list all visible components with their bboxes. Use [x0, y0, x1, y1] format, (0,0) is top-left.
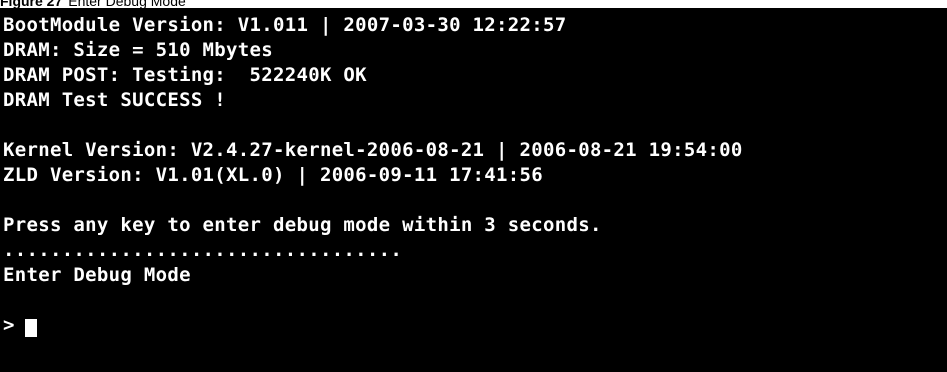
enter-debug-mode-line: Enter Debug Mode — [3, 264, 191, 286]
command-prompt-line[interactable]: > — [3, 313, 743, 338]
boot-module-version-line: BootModule Version: V1.011 | 2007-03-30 … — [3, 14, 567, 36]
prompt-symbol: > — [3, 314, 15, 336]
blank-line — [3, 288, 743, 313]
zld-version-line: ZLD Version: V1.01(XL.0) | 2006-09-11 17… — [3, 164, 543, 186]
figure-label: Figure 27 — [0, 0, 63, 8]
terminal-screen[interactable]: BootModule Version: V1.011 | 2007-03-30 … — [0, 8, 947, 372]
dram-test-line: DRAM Test SUCCESS ! — [3, 89, 227, 111]
blank-line — [3, 188, 743, 213]
figure-caption: Figure 27 Enter Debug Mode — [0, 0, 186, 8]
kernel-version-line: Kernel Version: V2.4.27-kernel-2006-08-2… — [3, 139, 743, 161]
press-key-line: Press any key to enter debug mode within… — [3, 214, 602, 236]
document-page: Figure 27 Enter Debug Mode BootModule Ver… — [0, 0, 947, 372]
dram-post-line: DRAM POST: Testing: 522240K OK — [3, 64, 367, 86]
figure-title: Enter Debug Mode — [68, 0, 186, 8]
cursor-block-icon — [24, 318, 37, 337]
blank-line — [3, 113, 743, 138]
dram-size-line: DRAM: Size = 510 Mbytes — [3, 39, 273, 61]
terminal-output: BootModule Version: V1.011 | 2007-03-30 … — [3, 13, 743, 338]
progress-dots-line: .................................. — [3, 239, 403, 261]
